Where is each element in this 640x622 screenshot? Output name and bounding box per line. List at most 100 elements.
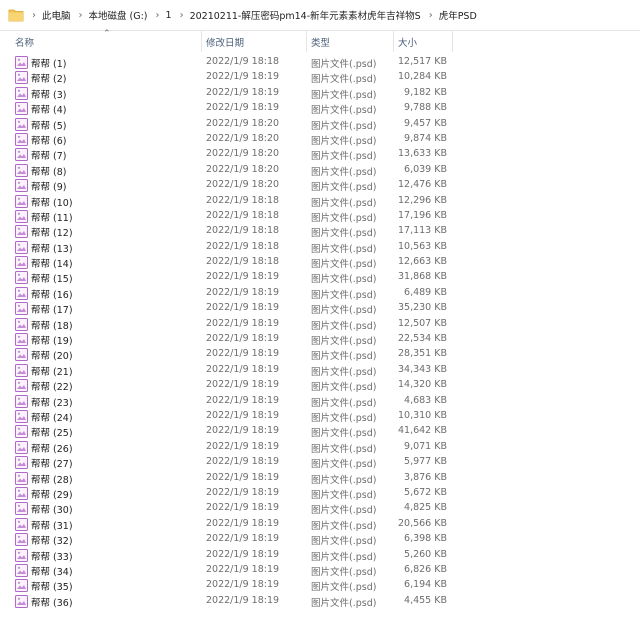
psd-file-icon bbox=[15, 240, 28, 254]
column-divider[interactable] bbox=[306, 30, 307, 52]
file-row[interactable]: 帮帮 (15) 2022/1/9 18:19 图片文件(.psd) 31,868 KB bbox=[0, 270, 640, 285]
chevron-right-icon[interactable]: › bbox=[429, 10, 433, 21]
column-divider[interactable] bbox=[452, 30, 453, 52]
file-modified-date: 2022/1/9 18:19 bbox=[206, 579, 280, 591]
file-name: 帮帮 (30) bbox=[31, 505, 73, 517]
column-divider[interactable] bbox=[393, 30, 394, 52]
file-row[interactable]: 帮帮 (3) 2022/1/9 18:19 图片文件(.psd) 9,182 KB bbox=[0, 86, 640, 101]
file-row[interactable]: 帮帮 (17) 2022/1/9 18:19 图片文件(.psd) 35,230 KB bbox=[0, 301, 640, 316]
psd-file-icon bbox=[15, 56, 28, 69]
psd-file-icon bbox=[15, 194, 28, 208]
file-row[interactable]: 帮帮 (29) 2022/1/9 18:19 图片文件(.psd) 5,672 KB bbox=[0, 486, 640, 501]
psd-file-icon bbox=[15, 440, 28, 454]
file-modified-date: 2022/1/9 18:18 bbox=[206, 240, 280, 252]
file-type: 图片文件(.psd) bbox=[311, 305, 377, 317]
file-modified-date: 2022/1/9 18:19 bbox=[206, 594, 280, 606]
file-row[interactable]: 帮帮 (5) 2022/1/9 18:20 图片文件(.psd) 9,457 KB bbox=[0, 117, 640, 132]
chevron-right-icon[interactable]: › bbox=[32, 10, 36, 21]
file-row[interactable]: 帮帮 (26) 2022/1/9 18:19 图片文件(.psd) 9,071 KB bbox=[0, 440, 640, 455]
file-modified-date: 2022/1/9 18:18 bbox=[206, 225, 280, 237]
file-size: 12,663 KB bbox=[397, 256, 447, 268]
file-type: 图片文件(.psd) bbox=[311, 566, 377, 578]
psd-file-icon bbox=[15, 286, 28, 300]
psd-file-icon bbox=[15, 71, 28, 85]
file-row[interactable]: 帮帮 (10) 2022/1/9 18:18 图片文件(.psd) 12,296 KB bbox=[0, 194, 640, 209]
address-bar[interactable]: › 此电脑 › 本地磁盘 (G:) › 1 › 20210211-解压密码pm1… bbox=[0, 0, 640, 31]
file-size: 6,039 KB bbox=[404, 163, 447, 175]
file-modified-date: 2022/1/9 18:19 bbox=[206, 563, 280, 575]
file-row[interactable]: 帮帮 (1) 2022/1/9 18:18 图片文件(.psd) 12,517 KB bbox=[0, 55, 640, 70]
file-modified-date: 2022/1/9 18:19 bbox=[206, 548, 280, 560]
file-size: 6,489 KB bbox=[404, 286, 447, 298]
psd-file-icon bbox=[15, 425, 28, 439]
file-size: 6,826 KB bbox=[404, 563, 447, 575]
file-row[interactable]: 帮帮 (14) 2022/1/9 18:18 图片文件(.psd) 12,663 KB bbox=[0, 255, 640, 270]
file-row[interactable]: 帮帮 (21) 2022/1/9 18:19 图片文件(.psd) 34,343 KB bbox=[0, 363, 640, 378]
breadcrumb-current-folder[interactable]: 虎年PSD bbox=[439, 8, 477, 22]
file-name: 帮帮 (12) bbox=[31, 228, 73, 240]
file-type: 图片文件(.psd) bbox=[311, 459, 377, 471]
column-size[interactable]: 大小 bbox=[398, 35, 417, 50]
file-row[interactable]: 帮帮 (6) 2022/1/9 18:20 图片文件(.psd) 9,874 KB bbox=[0, 132, 640, 147]
file-row[interactable]: 帮帮 (32) 2022/1/9 18:19 图片文件(.psd) 6,398 KB bbox=[0, 532, 640, 547]
file-row[interactable]: 帮帮 (19) 2022/1/9 18:19 图片文件(.psd) 22,534 KB bbox=[0, 332, 640, 347]
file-size: 3,876 KB bbox=[404, 471, 447, 483]
psd-file-icon bbox=[15, 302, 28, 316]
psd-file-icon bbox=[15, 379, 28, 393]
breadcrumb-this-pc[interactable]: 此电脑 bbox=[42, 8, 71, 22]
file-row[interactable]: 帮帮 (23) 2022/1/9 18:19 图片文件(.psd) 4,683 KB bbox=[0, 394, 640, 409]
file-type: 图片文件(.psd) bbox=[311, 135, 377, 147]
breadcrumb-folder-1[interactable]: 1 bbox=[166, 10, 172, 21]
file-type: 图片文件(.psd) bbox=[311, 105, 377, 117]
psd-file-icon bbox=[15, 102, 28, 116]
file-size: 41,642 KB bbox=[397, 425, 447, 437]
file-row[interactable]: 帮帮 (20) 2022/1/9 18:19 图片文件(.psd) 28,351 KB bbox=[0, 347, 640, 362]
psd-file-icon bbox=[15, 86, 28, 100]
file-row[interactable]: 帮帮 (13) 2022/1/9 18:18 图片文件(.psd) 10,563 KB bbox=[0, 240, 640, 255]
file-row[interactable]: 帮帮 (7) 2022/1/9 18:20 图片文件(.psd) 13,633 KB bbox=[0, 147, 640, 162]
file-type: 图片文件(.psd) bbox=[311, 74, 377, 86]
file-name: 帮帮 (2) bbox=[31, 74, 67, 86]
file-row[interactable]: 帮帮 (36) 2022/1/9 18:19 图片文件(.psd) 4,455 KB bbox=[0, 594, 640, 609]
file-row[interactable]: 帮帮 (11) 2022/1/9 18:18 图片文件(.psd) 17,196 KB bbox=[0, 209, 640, 224]
file-name: 帮帮 (7) bbox=[31, 151, 67, 163]
file-row[interactable]: 帮帮 (16) 2022/1/9 18:19 图片文件(.psd) 6,489 KB bbox=[0, 286, 640, 301]
chevron-right-icon[interactable]: › bbox=[156, 10, 160, 21]
file-row[interactable]: 帮帮 (35) 2022/1/9 18:19 图片文件(.psd) 6,194 KB bbox=[0, 578, 640, 593]
file-row[interactable]: 帮帮 (9) 2022/1/9 18:20 图片文件(.psd) 12,476 KB bbox=[0, 178, 640, 193]
column-name[interactable]: 名称 bbox=[15, 35, 34, 50]
file-row[interactable]: 帮帮 (31) 2022/1/9 18:19 图片文件(.psd) 20,566 KB bbox=[0, 517, 640, 532]
chevron-right-icon[interactable]: › bbox=[79, 10, 83, 21]
file-row[interactable]: 帮帮 (28) 2022/1/9 18:19 图片文件(.psd) 3,876 KB bbox=[0, 471, 640, 486]
file-size: 9,874 KB bbox=[404, 132, 447, 144]
file-name: 帮帮 (26) bbox=[31, 443, 73, 455]
column-divider[interactable] bbox=[201, 30, 202, 52]
file-row[interactable]: 帮帮 (25) 2022/1/9 18:19 图片文件(.psd) 41,642 KB bbox=[0, 424, 640, 439]
file-type: 图片文件(.psd) bbox=[311, 59, 377, 70]
file-row[interactable]: 帮帮 (4) 2022/1/9 18:19 图片文件(.psd) 9,788 KB bbox=[0, 101, 640, 116]
file-row[interactable]: 帮帮 (30) 2022/1/9 18:19 图片文件(.psd) 4,825 KB bbox=[0, 501, 640, 516]
breadcrumb-folder-parent[interactable]: 20210211-解压密码pm14-新年元素素材虎年吉祥物S bbox=[190, 8, 421, 22]
file-row[interactable]: 帮帮 (34) 2022/1/9 18:19 图片文件(.psd) 6,826 KB bbox=[0, 563, 640, 578]
file-type: 图片文件(.psd) bbox=[311, 520, 377, 532]
file-row[interactable]: 帮帮 (2) 2022/1/9 18:19 图片文件(.psd) 10,284 KB bbox=[0, 70, 640, 85]
file-modified-date: 2022/1/9 18:19 bbox=[206, 302, 280, 314]
file-row[interactable]: 帮帮 (27) 2022/1/9 18:19 图片文件(.psd) 5,977 KB bbox=[0, 455, 640, 470]
psd-file-icon bbox=[15, 209, 28, 223]
file-size: 5,672 KB bbox=[404, 486, 447, 498]
file-row[interactable]: 帮帮 (24) 2022/1/9 18:19 图片文件(.psd) 10,310 KB bbox=[0, 409, 640, 424]
file-row[interactable]: 帮帮 (18) 2022/1/9 18:19 图片文件(.psd) 12,507 KB bbox=[0, 317, 640, 332]
file-row[interactable]: 帮帮 (8) 2022/1/9 18:20 图片文件(.psd) 6,039 KB bbox=[0, 163, 640, 178]
file-row[interactable]: 帮帮 (12) 2022/1/9 18:18 图片文件(.psd) 17,113 KB bbox=[0, 224, 640, 239]
file-name: 帮帮 (10) bbox=[31, 197, 73, 209]
chevron-right-icon[interactable]: › bbox=[180, 10, 184, 21]
sort-ascending-icon: ⌃ bbox=[103, 29, 111, 39]
column-type[interactable]: 类型 bbox=[311, 35, 330, 50]
file-row[interactable]: 帮帮 (33) 2022/1/9 18:19 图片文件(.psd) 5,260 KB bbox=[0, 548, 640, 563]
file-size: 17,196 KB bbox=[397, 209, 447, 221]
column-date[interactable]: 修改日期 bbox=[206, 35, 244, 50]
file-name: 帮帮 (19) bbox=[31, 336, 73, 348]
breadcrumb-local-disk[interactable]: 本地磁盘 (G:) bbox=[89, 8, 148, 22]
file-row[interactable]: 帮帮 (22) 2022/1/9 18:19 图片文件(.psd) 14,320 KB bbox=[0, 378, 640, 393]
file-name: 帮帮 (25) bbox=[31, 428, 73, 440]
